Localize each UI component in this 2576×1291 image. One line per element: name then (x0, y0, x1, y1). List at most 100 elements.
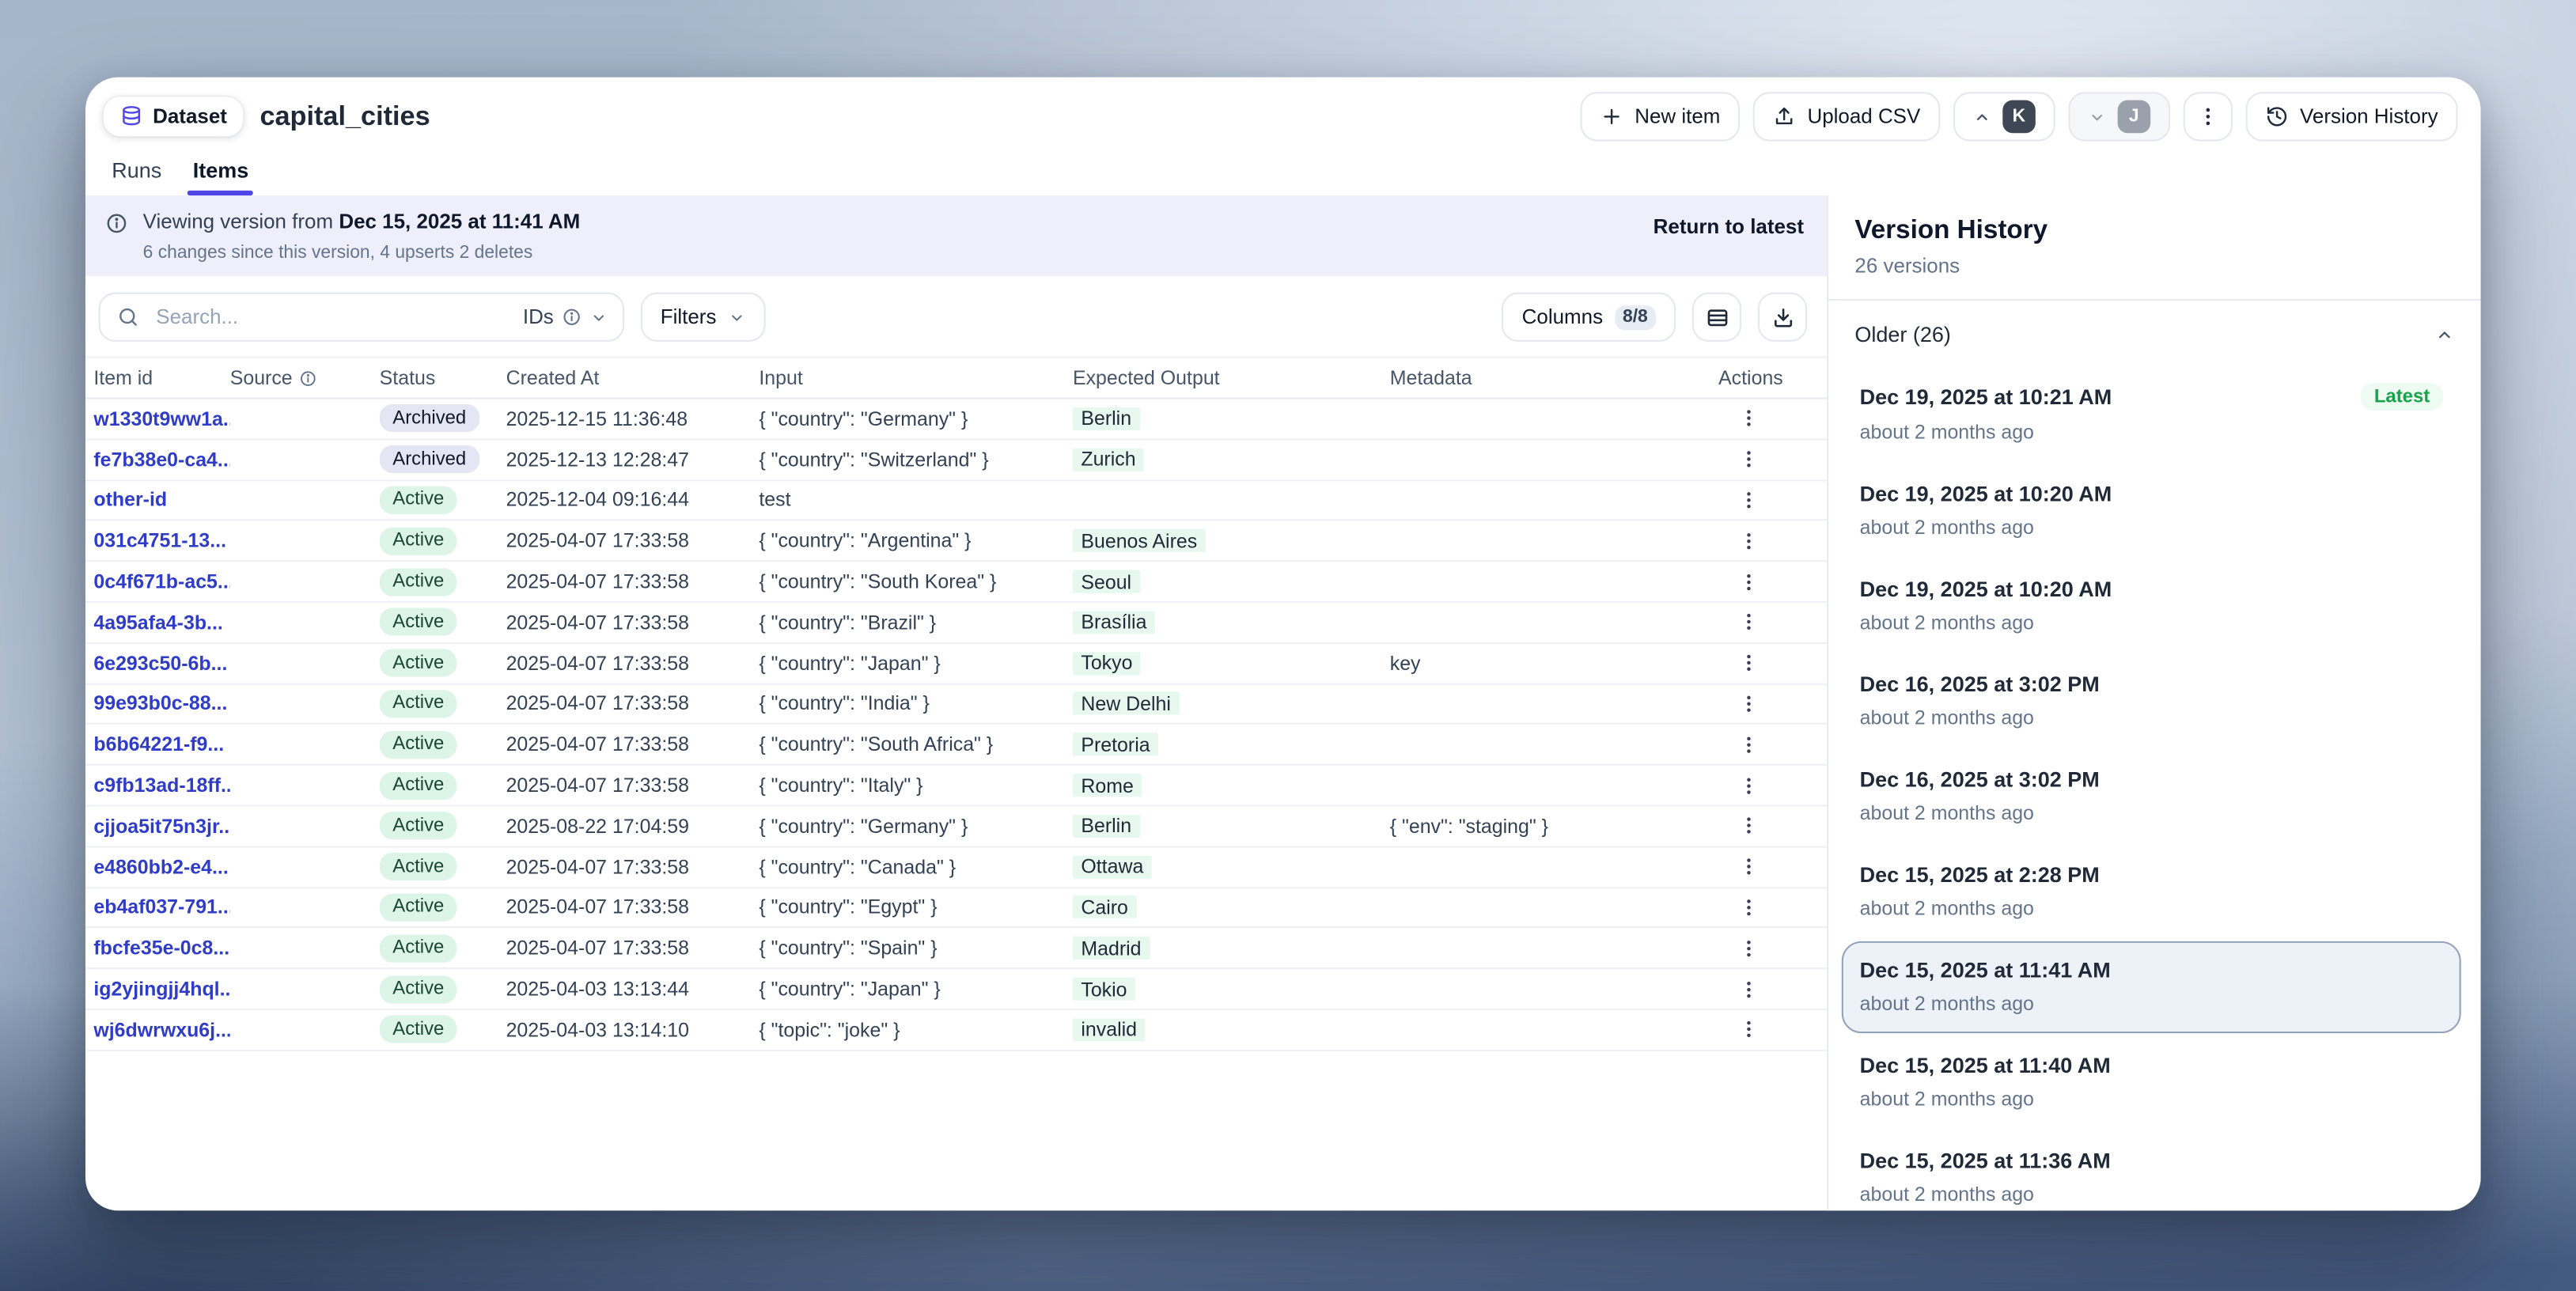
version-relative-time: about 2 months ago (1860, 611, 2443, 634)
primary-avatar-button[interactable]: K (1953, 92, 2055, 141)
item-id-link[interactable]: 6e293c50-6b... (93, 652, 229, 675)
history-icon (2265, 105, 2288, 128)
version-history-label: Version History (2300, 105, 2438, 128)
status-badge: Active (380, 608, 457, 636)
row-actions-button[interactable] (1738, 571, 1760, 592)
expected-output-value: Zurich (1073, 448, 1144, 471)
actions-cell (1718, 408, 1827, 430)
row-actions-button[interactable] (1738, 408, 1760, 430)
version-date: Dec 15, 2025 at 11:40 AM (1860, 1053, 2111, 1077)
columns-button[interactable]: Columns 8/8 (1502, 293, 1676, 342)
table-row: 99e93b0c-88... Active 2025-04-07 17:33:5… (85, 684, 1827, 725)
row-actions-button[interactable] (1738, 611, 1760, 633)
item-id-link[interactable]: eb4af037-791... (93, 896, 229, 919)
table-row: wj6dwrwxu6j... Active 2025-04-03 13:14:1… (85, 1010, 1827, 1051)
version-item[interactable]: Dec 15, 2025 at 11:40 AM about 2 months … (1842, 1036, 2461, 1128)
status-badge: Active (380, 812, 457, 840)
version-item[interactable]: Dec 15, 2025 at 11:41 AM about 2 months … (1842, 941, 2461, 1033)
version-item[interactable]: Dec 19, 2025 at 10:20 AM about 2 months … (1842, 465, 2461, 557)
metadata-cell: { "env": "staging" } (1390, 815, 1718, 838)
download-button[interactable] (1758, 293, 1807, 342)
item-id-link[interactable]: e4860bb2-e4... (93, 855, 229, 878)
row-actions-button[interactable] (1738, 1019, 1760, 1040)
search-scope-select[interactable]: IDs (523, 305, 608, 328)
expected-output-value: Pretoria (1073, 733, 1158, 756)
status-cell: Active (380, 568, 506, 596)
item-id-link[interactable]: cjjoa5it75n3jr... (93, 815, 229, 838)
column-header-actions: Actions (1718, 366, 1827, 389)
viewing-version-text: Viewing version from Dec 15, 2025 at 11:… (143, 210, 581, 233)
return-to-latest-link[interactable]: Return to latest (1654, 215, 1804, 238)
search-box[interactable]: IDs (99, 293, 624, 342)
item-id-link[interactable]: 031c4751-13... (93, 529, 229, 552)
item-id-link[interactable]: ig2yjingjj4hql... (93, 978, 229, 1001)
item-id-link[interactable]: 99e93b0c-88... (93, 692, 229, 715)
row-actions-button[interactable] (1738, 897, 1760, 918)
older-section-label: Older (26) (1854, 322, 1951, 346)
row-height-button[interactable] (1692, 293, 1741, 342)
row-actions-button[interactable] (1738, 530, 1760, 551)
expected-output-value: Tokyo (1073, 652, 1141, 675)
upload-csv-button[interactable]: Upload CSV (1753, 92, 1940, 141)
status-cell: Active (380, 731, 506, 759)
table-row: 6e293c50-6b... Active 2025-04-07 17:33:5… (85, 644, 1827, 684)
version-history-button[interactable]: Version History (2245, 92, 2457, 141)
tab-bar: Runs Items (85, 146, 2481, 195)
version-history-title: Version History (1854, 217, 2454, 246)
version-date: Dec 15, 2025 at 2:28 PM (1860, 862, 2100, 887)
item-id-link[interactable]: b6b64221-f9... (93, 733, 229, 756)
more-options-button[interactable] (2184, 92, 2233, 141)
column-header-created-at: Created At (506, 366, 760, 389)
row-actions-button[interactable] (1738, 774, 1760, 796)
expected-output-value: invalid (1073, 1018, 1145, 1041)
dataset-window: Dataset capital_cities New item Upload C… (85, 78, 2481, 1211)
chevron-up-icon (2434, 324, 2454, 344)
row-actions-button[interactable] (1738, 693, 1760, 714)
info-icon (299, 369, 317, 387)
status-badge: Active (380, 527, 457, 555)
actions-cell (1718, 530, 1827, 551)
item-id-link[interactable]: w1330t9ww1a... (93, 407, 229, 430)
version-item[interactable]: Dec 16, 2025 at 3:02 PM about 2 months a… (1842, 751, 2461, 842)
version-item[interactable]: Dec 15, 2025 at 2:28 PM about 2 months a… (1842, 846, 2461, 937)
version-item[interactable]: Dec 19, 2025 at 10:20 AM about 2 months … (1842, 560, 2461, 652)
item-id-link[interactable]: fbcfe35e-0c8... (93, 937, 229, 960)
item-id-link[interactable]: c9fb13ad-18ff... (93, 774, 229, 797)
row-actions-button[interactable] (1738, 856, 1760, 877)
tab-runs[interactable]: Runs (112, 157, 161, 195)
row-actions-button[interactable] (1738, 979, 1760, 1000)
version-item[interactable]: Dec 19, 2025 at 10:21 AM Latest about 2 … (1842, 366, 2461, 461)
input-cell: { "country": "Germany" } (759, 815, 1073, 838)
search-input[interactable] (153, 304, 510, 330)
columns-label: Columns (1522, 305, 1603, 328)
row-actions-button[interactable] (1738, 449, 1760, 470)
older-section-toggle[interactable]: Older (26) (1828, 301, 2480, 357)
tab-items[interactable]: Items (193, 157, 249, 195)
input-cell: { "country": "Japan" } (759, 652, 1073, 675)
version-item[interactable]: Dec 15, 2025 at 11:36 AM about 2 months … (1842, 1132, 2461, 1211)
new-item-button[interactable]: New item (1581, 92, 1741, 141)
row-actions-button[interactable] (1738, 937, 1760, 959)
input-cell: test (759, 489, 1073, 512)
status-badge: Active (380, 771, 457, 799)
item-id-link[interactable]: fe7b38e0-ca4... (93, 448, 229, 471)
row-actions-button[interactable] (1738, 734, 1760, 755)
version-item[interactable]: Dec 16, 2025 at 3:02 PM about 2 months a… (1842, 656, 2461, 748)
row-actions-button[interactable] (1738, 490, 1760, 511)
item-id-link[interactable]: other-id (93, 489, 229, 512)
expected-output-value: Seoul (1073, 570, 1140, 593)
row-actions-button[interactable] (1738, 816, 1760, 837)
expected-output-cell: Brasília (1073, 611, 1390, 634)
item-id-link[interactable]: 4a95afa4-3b... (93, 611, 229, 634)
secondary-avatar-button[interactable]: J (2068, 92, 2170, 141)
table-row: 0c4f671b-ac5... Active 2025-04-07 17:33:… (85, 562, 1827, 603)
column-header-item-id: Item id (93, 366, 229, 389)
item-id-link[interactable]: 0c4f671b-ac5... (93, 570, 229, 593)
actions-cell (1718, 571, 1827, 592)
filters-button[interactable]: Filters (641, 293, 766, 342)
new-item-label: New item (1635, 105, 1720, 128)
expected-output-cell: Rome (1073, 774, 1390, 797)
column-header-status: Status (380, 366, 506, 389)
row-actions-button[interactable] (1738, 653, 1760, 674)
item-id-link[interactable]: wj6dwrwxu6j... (93, 1018, 229, 1041)
